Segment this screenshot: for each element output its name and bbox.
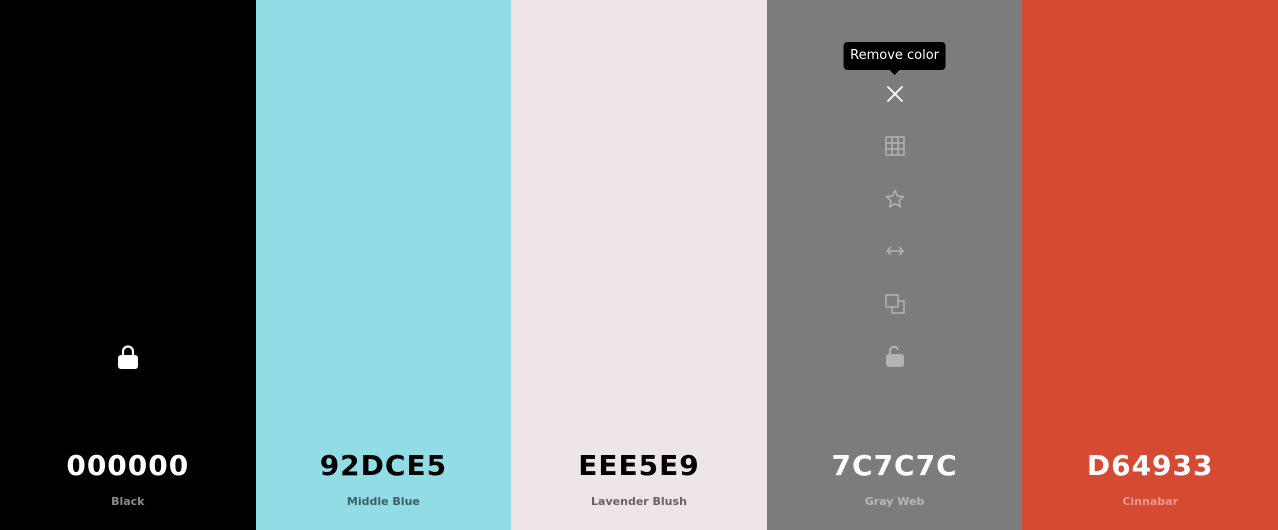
hex-code[interactable]: D64933 xyxy=(1022,448,1278,484)
swatch-gray-web[interactable]: Remove color 7C7C7C Gray Web xyxy=(766,0,1023,530)
color-name[interactable]: Lavender Blush xyxy=(511,494,767,510)
remove-color-tooltip: Remove color xyxy=(843,42,947,75)
color-name[interactable]: Middle Blue xyxy=(256,494,512,510)
hex-code[interactable]: 000000 xyxy=(0,448,256,484)
color-name[interactable]: Gray Web xyxy=(767,494,1023,510)
arrows-horizontal-icon[interactable] xyxy=(881,237,909,265)
hex-code[interactable]: 92DCE5 xyxy=(256,448,512,484)
color-palette: 000000 Black 92DCE5 Middle Blue EEE5E9 L… xyxy=(0,0,1278,530)
lock-open-icon[interactable] xyxy=(881,342,909,370)
swatch-black[interactable]: 000000 Black xyxy=(0,0,256,530)
swatch-middle-blue[interactable]: 92DCE5 Middle Blue xyxy=(255,0,512,530)
hex-code[interactable]: 7C7C7C xyxy=(767,448,1023,484)
grid-icon[interactable] xyxy=(881,132,909,160)
swatch-cinnabar[interactable]: D64933 Cinnabar xyxy=(1022,0,1278,530)
lock-icon[interactable] xyxy=(116,343,140,371)
swatch-lavender-blush[interactable]: EEE5E9 Lavender Blush xyxy=(511,0,767,530)
color-name[interactable]: Black xyxy=(0,494,256,510)
color-name[interactable]: Cinnabar xyxy=(1022,494,1278,510)
close-icon[interactable] xyxy=(881,80,909,108)
star-icon[interactable] xyxy=(881,185,909,213)
copy-icon[interactable] xyxy=(881,290,909,318)
hex-code[interactable]: EEE5E9 xyxy=(511,448,767,484)
